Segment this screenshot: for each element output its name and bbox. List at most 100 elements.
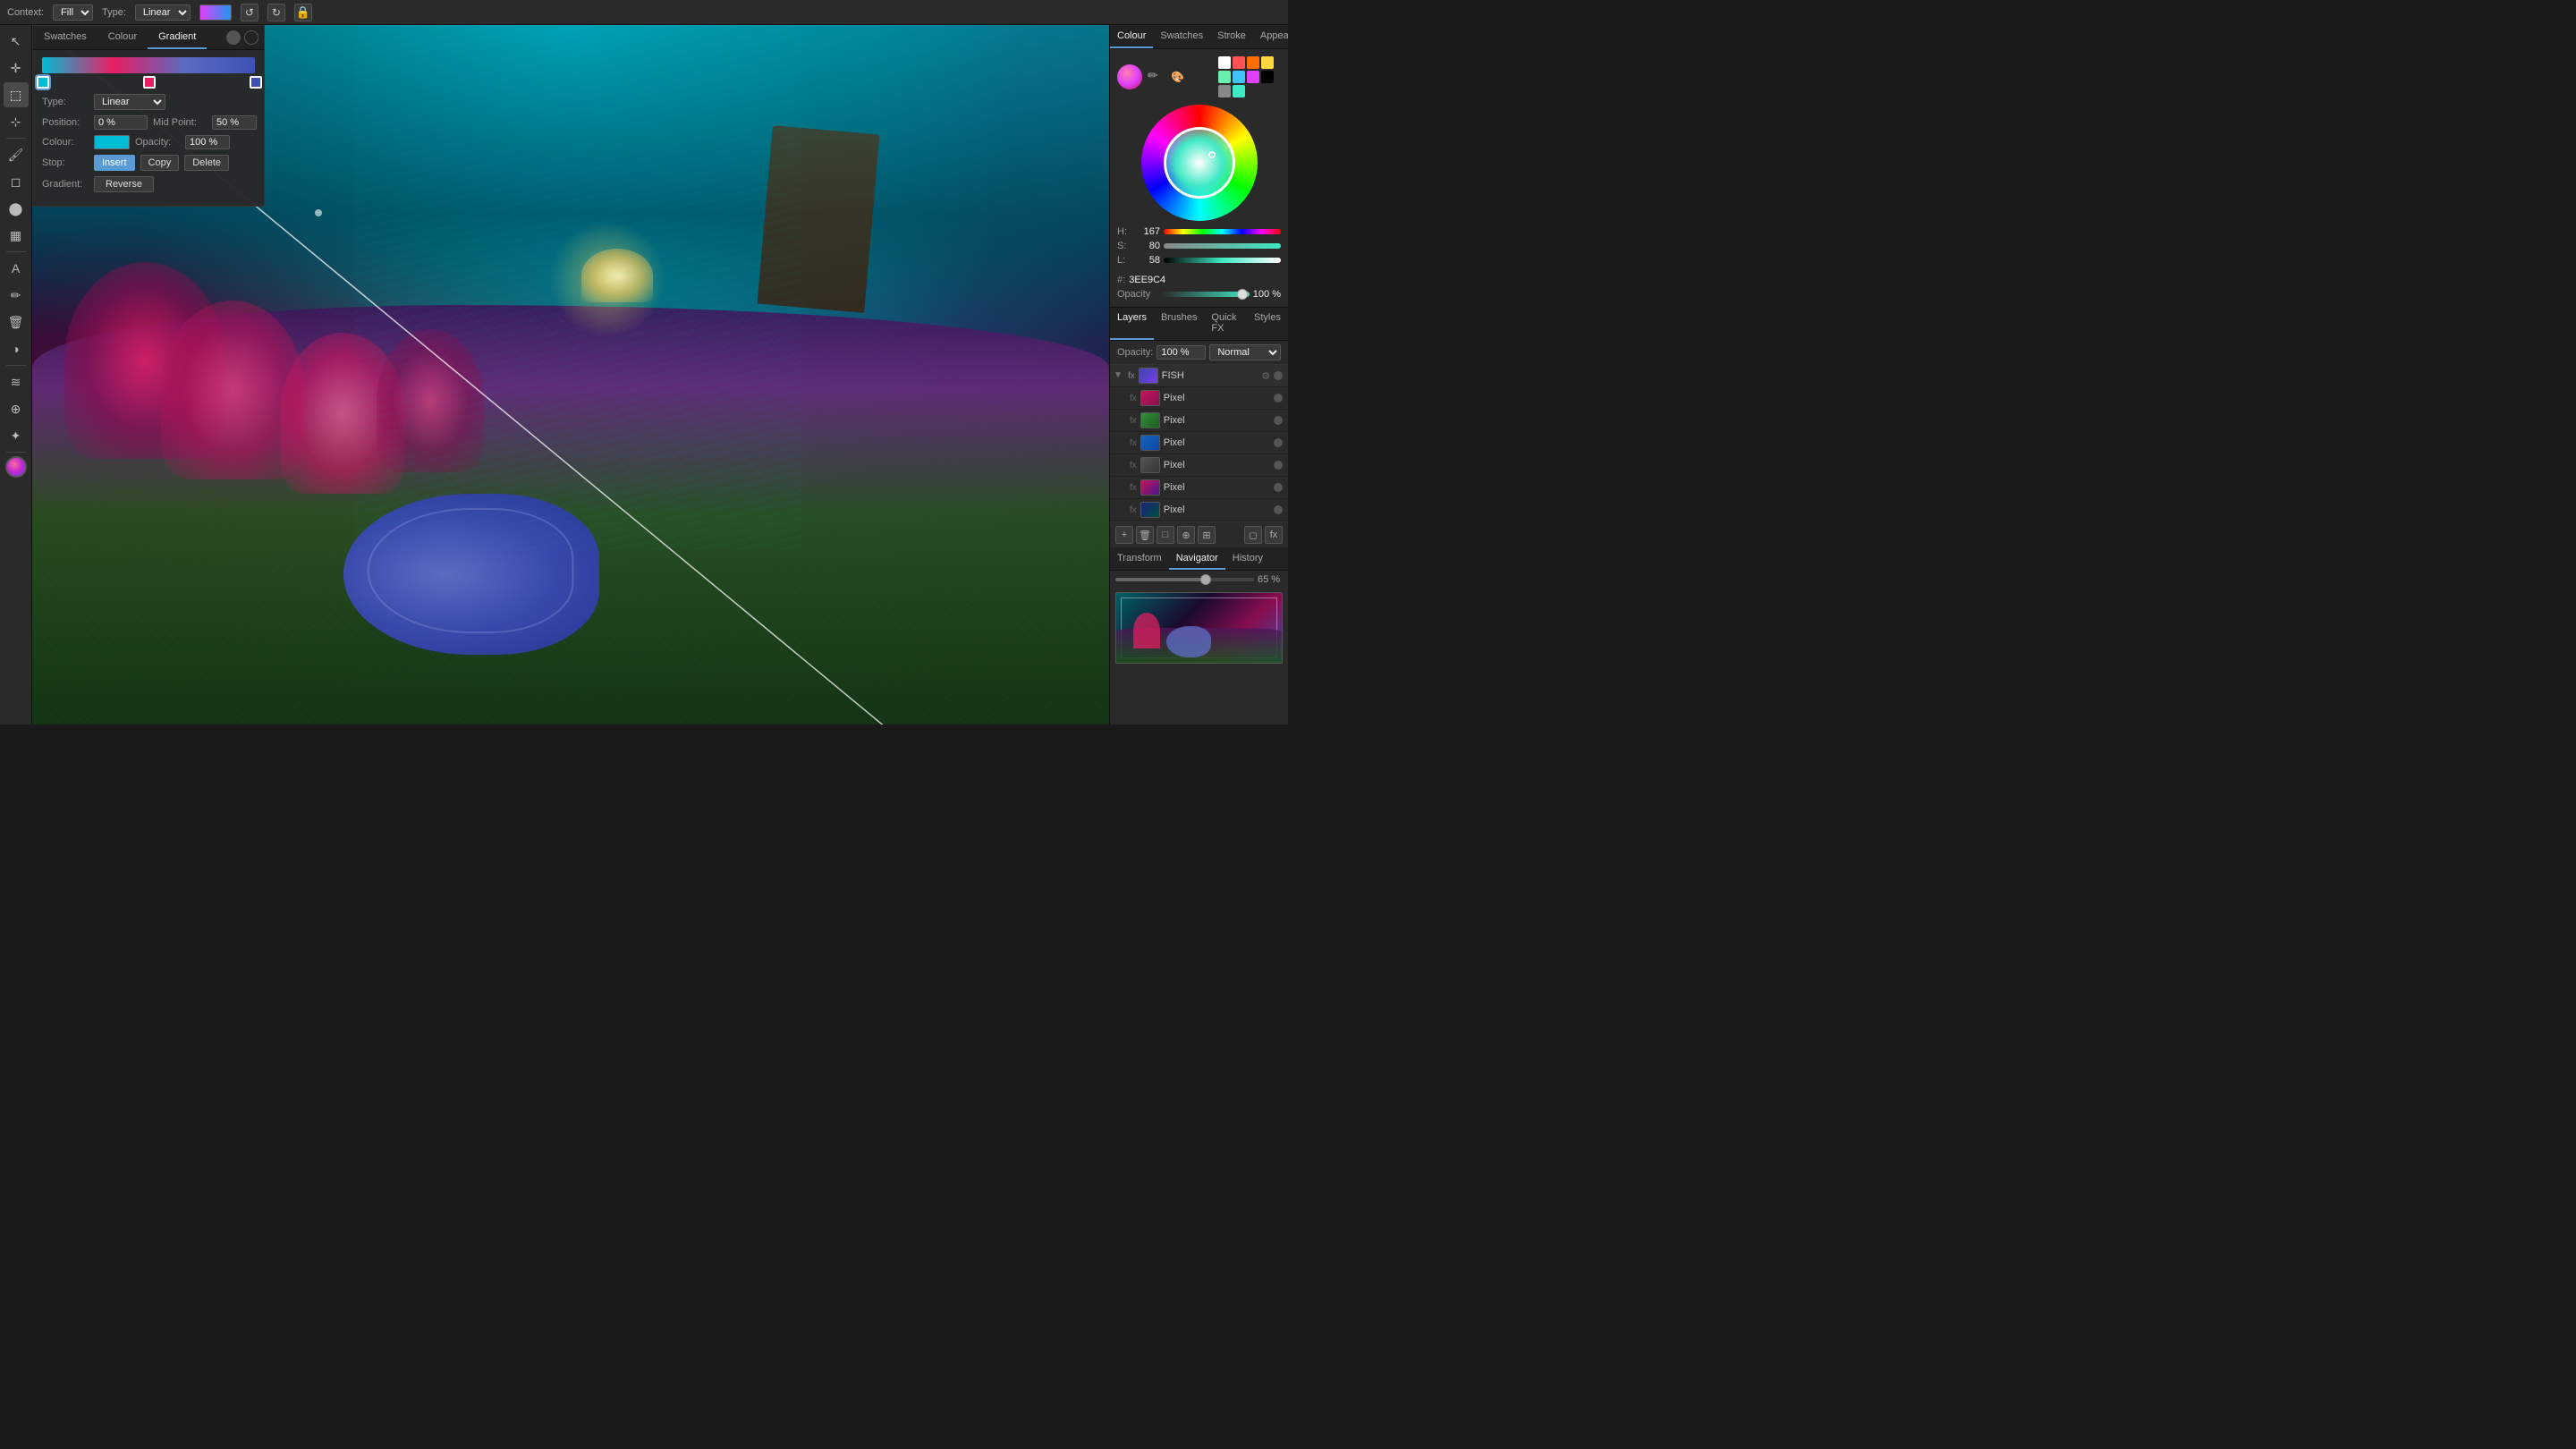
mask-btn[interactable]: ◻ — [1244, 526, 1262, 544]
swatch-teal[interactable] — [1233, 85, 1245, 97]
tool-paint-bucket[interactable]: 🗑 — [4, 309, 29, 335]
layers-tab[interactable]: Layers — [1110, 308, 1154, 340]
type-select[interactable]: Linear Radial — [135, 4, 191, 21]
layer-group[interactable]: ▼ fx FISH ⚙ — [1110, 365, 1288, 387]
gradient-stop-0[interactable] — [37, 73, 47, 88]
stop-insert-btn[interactable]: Insert — [94, 155, 135, 171]
nav-controls: 65 % — [1110, 571, 1288, 589]
palette-icon[interactable]: 🎨 — [1171, 71, 1184, 83]
tool-eraser[interactable]: ◻ — [4, 169, 29, 194]
swatch-gray[interactable] — [1218, 85, 1231, 97]
swatch-purple[interactable] — [1247, 71, 1259, 83]
swatch-yellow[interactable] — [1261, 56, 1274, 69]
tool-gradient[interactable]: ▦ — [4, 223, 29, 248]
navigator-tab[interactable]: Navigator — [1169, 548, 1225, 570]
layer-item-5[interactable]: fx Pixel — [1110, 499, 1288, 521]
tool-fill[interactable]: ⬤ — [4, 196, 29, 221]
stop-copy-btn[interactable]: Copy — [140, 155, 180, 171]
swatch-blue[interactable] — [1233, 71, 1245, 83]
s-bar[interactable] — [1164, 243, 1281, 249]
tool-dodge[interactable]: ◑ — [4, 336, 29, 361]
delete-layer-btn[interactable]: 🗑 — [1136, 526, 1154, 544]
swatch-white[interactable] — [1218, 56, 1231, 69]
layer-item-1[interactable]: fx Pixel — [1110, 410, 1288, 432]
opacity-row: Opacity 100 % — [1117, 289, 1281, 300]
tab-swatches[interactable]: Swatches — [1153, 25, 1210, 48]
eyedropper-icon[interactable]: ✏ — [1148, 68, 1165, 86]
panel-icon-1[interactable] — [226, 30, 241, 45]
brushes-tab[interactable]: Brushes — [1154, 308, 1204, 340]
position-input[interactable] — [94, 115, 148, 130]
add-layer-btn[interactable]: + — [1115, 526, 1133, 544]
undo-icon[interactable]: ↺ — [241, 4, 258, 21]
tab-appearance[interactable]: Appearance — [1253, 25, 1288, 48]
swatch-orange[interactable] — [1247, 56, 1259, 69]
styles-tab[interactable]: Styles — [1247, 308, 1288, 340]
gradient-stop-mid[interactable] — [143, 73, 154, 88]
lock-icon[interactable]: 🔒 — [294, 4, 312, 21]
tool-text[interactable]: A — [4, 256, 29, 281]
swatch-green[interactable] — [1218, 71, 1231, 83]
layer-item-3[interactable]: fx Pixel — [1110, 454, 1288, 477]
l-row: L: 58 — [1117, 253, 1281, 267]
opacity-bar[interactable] — [1161, 292, 1250, 297]
fx-btn[interactable]: fx — [1265, 526, 1283, 544]
merge-layer-btn[interactable]: ⊞ — [1198, 526, 1216, 544]
color-wheel-container[interactable] — [1141, 105, 1258, 221]
h-bar[interactable] — [1164, 229, 1281, 234]
redo-icon[interactable]: ↻ — [267, 4, 285, 21]
swatch-red[interactable] — [1233, 56, 1245, 69]
tool-eyedropper[interactable]: ✏ — [4, 283, 29, 308]
swatch-black[interactable] — [1261, 71, 1274, 83]
duplicate-layer-btn[interactable]: ⊕ — [1177, 526, 1195, 544]
tool-pointer[interactable]: ↖ — [4, 29, 29, 54]
gear-icon[interactable]: ⚙ — [1261, 370, 1270, 382]
navigator-preview — [1115, 592, 1283, 664]
panel-icon-2[interactable] — [244, 30, 258, 45]
opacity-handle[interactable] — [1237, 289, 1248, 300]
l-bar[interactable] — [1164, 258, 1281, 263]
colour-swatch[interactable] — [94, 135, 130, 149]
tool-crop[interactable]: ⊹ — [4, 109, 29, 134]
nav-tabs: Transform Navigator History — [1110, 548, 1288, 571]
layer-item-0[interactable]: fx Pixel — [1110, 387, 1288, 410]
tab-stroke[interactable]: Stroke — [1210, 25, 1253, 48]
tab-gradient[interactable]: Gradient — [148, 26, 207, 49]
reverse-btn[interactable]: Reverse — [94, 176, 154, 192]
tool-select[interactable]: ⬚ — [4, 82, 29, 107]
layer-item-4[interactable]: fx Pixel — [1110, 477, 1288, 499]
gradient-preview[interactable] — [199, 4, 232, 21]
opacity-label: Opacity — [1117, 289, 1157, 300]
tab-colour[interactable]: Colour — [1110, 25, 1153, 48]
context-select[interactable]: Fill — [53, 4, 93, 21]
zoom-handle[interactable] — [1200, 574, 1211, 585]
quick-fx-tab[interactable]: Quick FX — [1204, 308, 1247, 340]
gradient-bar[interactable] — [42, 57, 255, 73]
main-area: ↖ ✛ ⬚ ⊹ 🖌 ◻ ⬤ ▦ A ✏ 🗑 ◑ ≋ ⊕ ✦ — [0, 25, 1288, 724]
canvas-area[interactable]: Swatches Colour Gradient Type: — [32, 25, 1109, 724]
primary-color[interactable] — [1117, 64, 1142, 89]
history-tab[interactable]: History — [1225, 548, 1270, 570]
color-swatch[interactable] — [5, 456, 27, 478]
tool-smudge[interactable]: ≋ — [4, 369, 29, 394]
transform-tab[interactable]: Transform — [1110, 548, 1169, 570]
midpoint-input[interactable] — [212, 115, 257, 130]
tool-heal[interactable]: ✦ — [4, 423, 29, 448]
tab-swatches[interactable]: Swatches — [33, 26, 97, 49]
gradient-row: Gradient: Reverse — [33, 174, 264, 195]
blend-mode-select[interactable]: Normal Multiply Screen Overlay — [1209, 344, 1281, 360]
color-wheel[interactable] — [1141, 105, 1258, 221]
stop-delete-btn[interactable]: Delete — [184, 155, 229, 171]
opacity-input[interactable] — [185, 135, 230, 149]
gradient-stop-end[interactable] — [250, 73, 260, 88]
tool-brush[interactable]: 🖌 — [4, 142, 29, 167]
l-value: 58 — [1133, 255, 1160, 266]
tool-clone[interactable]: ⊕ — [4, 396, 29, 421]
gradient-type-select[interactable]: Linear Radial Conical — [94, 94, 165, 110]
tool-move[interactable]: ✛ — [4, 55, 29, 80]
zoom-bar[interactable] — [1115, 578, 1254, 581]
layer-item-2[interactable]: fx Pixel — [1110, 432, 1288, 454]
layers-opacity-input[interactable] — [1157, 345, 1206, 360]
group-layer-btn[interactable]: □ — [1157, 526, 1174, 544]
tab-colour[interactable]: Colour — [97, 26, 148, 49]
